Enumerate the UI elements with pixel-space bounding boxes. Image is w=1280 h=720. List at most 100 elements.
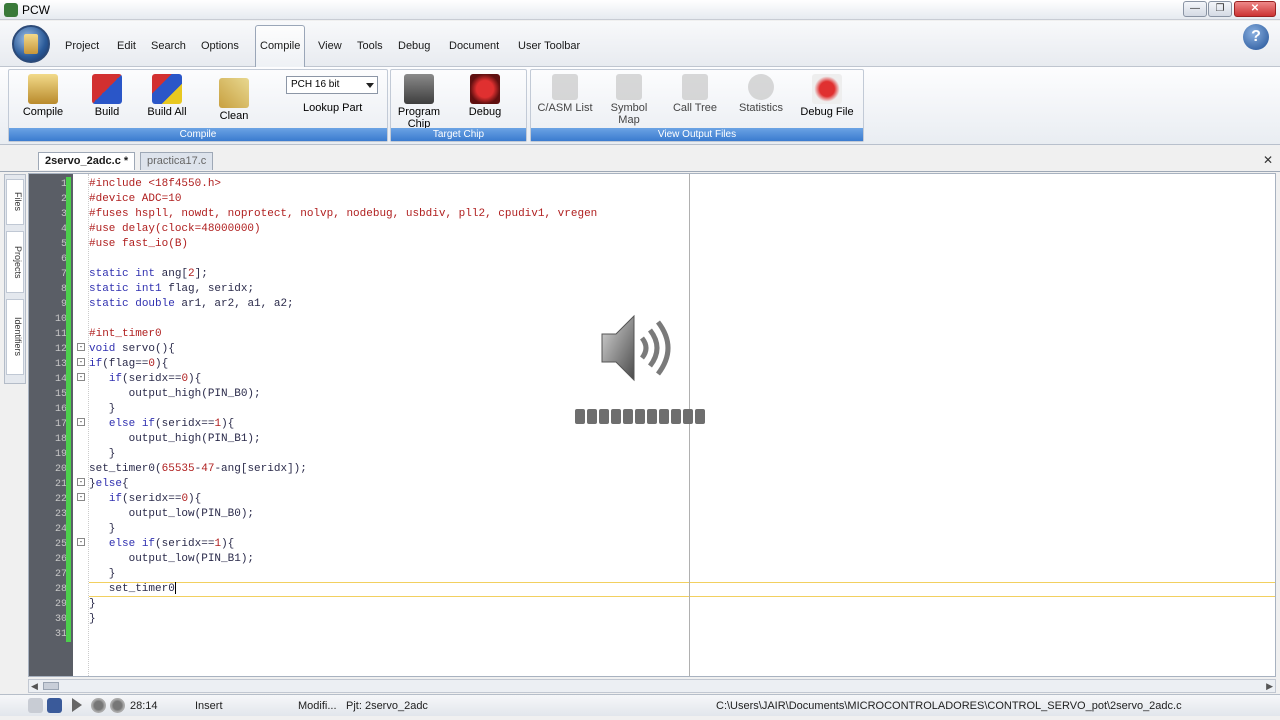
menu-options[interactable]: Options (201, 40, 239, 52)
save-icon[interactable] (47, 698, 62, 713)
build-button[interactable]: Build (77, 74, 137, 118)
pcw-window: { "window": { "title": "PCW" }, "menu": … (0, 0, 1280, 720)
code-line: } (89, 403, 116, 415)
symbol-map-button[interactable]: Symbol Map (599, 74, 659, 126)
build-all-button[interactable]: Build All (137, 74, 197, 118)
code-editor[interactable]: 1 2 3 4 5 6 7 8 9 10 11 12 13 14 15 16 17 18 19 20 21 22 23 24 2… (28, 173, 1276, 677)
symbol-map-icon (616, 74, 642, 100)
menu-document[interactable]: Document (449, 40, 499, 52)
volume-segment (647, 409, 657, 424)
fold-toggle-icon[interactable]: - (77, 343, 85, 351)
close-button[interactable]: ✕ (1234, 1, 1276, 17)
fold-toggle-icon[interactable]: - (77, 493, 85, 501)
record-icon[interactable] (91, 698, 106, 713)
code-lines: #include <18f4550.h> #device ADC=10 #fuses… (89, 177, 597, 642)
line-number: 31 (54, 629, 67, 640)
code-line: output_high(PIN_B0); (89, 388, 261, 400)
code-line: } (89, 448, 116, 460)
fold-toggle-icon[interactable]: - (77, 538, 85, 546)
program-chip-button[interactable]: Program Chip (391, 74, 447, 130)
side-panel: Files Projects Identifiers (4, 174, 26, 384)
code-line: #use fast_io(B) (89, 238, 189, 250)
code-line: set_timer0(65535-47-ang[seridx]); (89, 463, 307, 475)
volume-segment (623, 409, 633, 424)
fold-toggle-icon[interactable]: - (77, 358, 85, 366)
maximize-button[interactable]: ❐ (1208, 1, 1232, 17)
clean-button[interactable]: Clean (204, 78, 264, 122)
application-menu-orb[interactable] (12, 25, 50, 63)
play-icon[interactable] (72, 698, 82, 712)
code-line: #use delay(clock=48000000) (89, 223, 261, 235)
menu-compile[interactable]: Compile (255, 25, 306, 67)
scrollbar-thumb[interactable] (43, 682, 59, 690)
speaker-volume-icon (601, 314, 671, 382)
build-label: Build (94, 106, 120, 118)
scroll-left-icon[interactable]: ◀ (31, 681, 38, 692)
volume-segment (599, 409, 609, 424)
program-chip-label: Program Chip (397, 106, 441, 130)
volume-segment (671, 409, 681, 424)
menu-search[interactable]: Search (151, 40, 186, 52)
help-icon[interactable]: ? (1243, 24, 1269, 50)
menu-user-toolbar[interactable]: User Toolbar (518, 40, 580, 52)
modified-status: Modifi... (298, 700, 337, 712)
stop-icon[interactable] (110, 698, 125, 713)
volume-segment (587, 409, 597, 424)
lookup-part-button[interactable]: Lookup Part (303, 102, 362, 114)
code-line: set_timer0 (89, 582, 176, 595)
compiler-select-value: PCH 16 bit (291, 79, 340, 90)
menu-edit[interactable]: Edit (117, 40, 136, 52)
line-number: 11 (54, 329, 67, 340)
chip-icon (404, 74, 434, 104)
code-line: if(flag==0){ (89, 358, 169, 370)
menu-tools[interactable]: Tools (357, 40, 383, 52)
tab-practica17[interactable]: practica17.c (140, 152, 214, 170)
debug-file-icon (812, 74, 842, 104)
statistics-label: Statistics (738, 102, 783, 114)
compiler-select[interactable]: PCH 16 bit (286, 76, 378, 94)
change-indicator-bar (66, 177, 71, 642)
menu-project[interactable]: Project (65, 40, 99, 52)
close-tab-icon[interactable]: ✕ (1263, 153, 1273, 167)
fold-toggle-icon[interactable]: - (77, 373, 85, 381)
volume-segment (695, 409, 705, 424)
menu-view[interactable]: View (318, 40, 342, 52)
code-line: void servo(){ (89, 343, 175, 355)
debug-file-button[interactable]: Debug File (797, 74, 857, 118)
line-number: 5 (60, 239, 67, 250)
line-number: 1 (60, 179, 67, 190)
sidetab-projects[interactable]: Projects (6, 231, 24, 293)
code-line: }else{ (89, 478, 129, 490)
fold-toggle-icon[interactable]: - (77, 418, 85, 426)
volume-segment (635, 409, 645, 424)
sidetab-files[interactable]: Files (6, 179, 24, 225)
edit-mode: Insert (195, 700, 223, 712)
line-number: 4 (60, 224, 67, 235)
editor-split-divider[interactable] (689, 174, 690, 676)
c-asm-list-button[interactable]: C/ASM List (535, 74, 595, 114)
line-number: 18 (54, 434, 67, 445)
fold-toggle-icon[interactable]: - (77, 478, 85, 486)
line-number: 9 (60, 299, 67, 310)
compile-button[interactable]: Compile (13, 74, 73, 118)
scroll-right-icon[interactable]: ▶ (1266, 681, 1273, 692)
statistics-icon (748, 74, 774, 100)
line-number: 13 (54, 359, 67, 370)
tab-2servo-2adc[interactable]: 2servo_2adc.c * (38, 152, 136, 170)
debug-button[interactable]: Debug (455, 74, 515, 118)
line-number: 3 (60, 209, 67, 220)
code-line: if(seridx==0){ (108, 493, 202, 505)
line-number: 17 (54, 419, 67, 430)
title-bar: PCW — ❐ ✕ (0, 0, 1280, 20)
line-number: 19 (54, 449, 67, 460)
call-tree-button[interactable]: Call Tree (665, 74, 725, 114)
minimize-button[interactable]: — (1183, 1, 1207, 17)
minus-icon[interactable] (28, 698, 43, 713)
statistics-button[interactable]: Statistics (731, 74, 791, 114)
menu-debug[interactable]: Debug (398, 40, 430, 52)
sidetab-identifiers[interactable]: Identifiers (6, 299, 24, 375)
app-icon (4, 3, 18, 17)
horizontal-scrollbar[interactable]: ◀ ▶ (28, 679, 1276, 693)
debug-file-label: Debug File (800, 106, 854, 118)
